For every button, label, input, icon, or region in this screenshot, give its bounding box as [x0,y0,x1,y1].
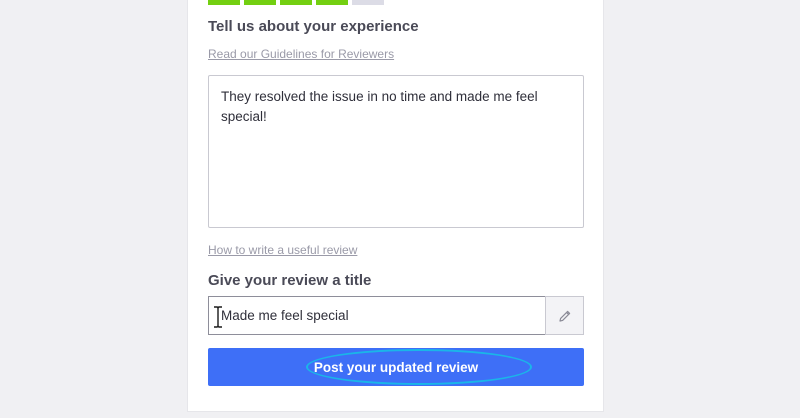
star-5[interactable] [352,0,384,5]
review-textarea[interactable]: They resolved the issue in no time and m… [208,75,584,228]
title-heading: Give your review a title [208,272,372,289]
star-rating[interactable] [208,0,384,5]
star-4[interactable] [316,0,348,5]
title-field-row: Made me feel special [208,296,584,335]
review-card: Tell us about your experience Read our G… [187,0,604,412]
star-3[interactable] [280,0,312,5]
star-2[interactable] [244,0,276,5]
star-1[interactable] [208,0,240,5]
post-review-button[interactable]: Post your updated review [208,348,584,386]
experience-heading: Tell us about your experience [208,18,419,35]
review-title-value: Made me feel special [221,308,349,323]
pencil-icon [558,310,570,322]
edit-title-button[interactable] [545,296,584,335]
text-cursor-icon [214,306,222,328]
review-title-input[interactable]: Made me feel special [208,296,545,335]
post-review-label: Post your updated review [313,359,479,375]
guidelines-link[interactable]: Read our Guidelines for Reviewers [208,47,394,61]
useful-review-link[interactable]: How to write a useful review [208,243,357,257]
